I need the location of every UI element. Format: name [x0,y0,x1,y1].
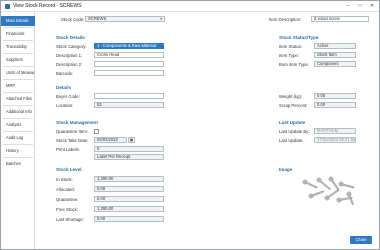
close-button[interactable]: Close [350,236,372,244]
sidebar-divider [3,27,33,28]
chevron-down-icon: ▼ [159,17,163,21]
sidebar-item-additional-info[interactable]: Additional Info [1,107,35,117]
quarantine-item-checkbox[interactable] [94,129,99,134]
in-stock-label: In Stock: [56,177,73,182]
buyer-code-label: Buyer Code: [56,94,80,99]
calendar-icon[interactable]: ▦ [128,137,135,143]
stock-level-heading: Stock Level [56,167,82,172]
maximize-icon[interactable]: □ [354,2,366,11]
item-description-field[interactable]: Z wood screw [311,16,369,22]
sidebar-item-financials[interactable]: Financials [1,29,35,39]
bom-item-type-label: Bom Item Type: [279,62,310,67]
description-1-label: Description 1: [56,53,83,58]
sidebar-item-audit-log[interactable]: Audit Log [1,133,35,143]
sidebar-item-batches[interactable]: Batches [1,159,35,169]
free-stock-field: 1,390.00 [94,206,164,212]
sidebar-item-analysis[interactable]: Analysis [1,120,35,130]
item-description-label: Item Description: [269,17,302,22]
close-icon[interactable]: ✕ [366,2,378,11]
last-update-by-field: MARTHAM [314,128,356,134]
location-label: Location: [56,103,74,108]
allocated-label: Allocated: [56,187,75,192]
last-update-heading: Last Update [279,120,306,125]
sidebar-divider [3,157,33,158]
description-1-field[interactable]: Cross Head [94,52,164,58]
label-type-select[interactable]: Label Per Receipt [94,154,164,160]
last-update-label: Last Update: [279,138,304,143]
image-heading: Image [279,167,293,172]
description-2-label: Description 2: [56,62,83,67]
scrap-percent-label: Scrap Percent: [279,103,308,108]
barcode-field[interactable] [94,70,164,76]
sidebar-divider [3,79,33,80]
title-bar: View Stock Record - SCREWS – □ ✕ [1,1,379,12]
app-icon [5,4,10,9]
bom-item-type-field: Component [314,61,356,67]
stock-take-date-field[interactable]: 02/03/2022 [94,137,127,143]
sidebar-item-suppliers[interactable]: Suppliers [1,55,35,65]
sidebar-item-attached-files[interactable]: Attached Files [1,94,35,104]
sidebar-divider [3,92,33,93]
screws-image [302,176,356,206]
sidebar-item-history[interactable]: History [1,146,35,156]
sidebar-item-mrp[interactable]: MRP [1,81,35,91]
minimize-icon[interactable]: – [342,2,354,11]
item-status-field: Active [314,43,356,49]
item-type-label: Item Type: [279,53,299,58]
weight-field[interactable]: 0.00 [314,93,356,99]
last-shortage-label: Last Shortage: [56,217,84,222]
sidebar-divider [3,105,33,106]
stock-record-window: View Stock Record - SCREWS – □ ✕ Main De… [0,0,380,250]
barcode-label: Barcode: [56,71,74,76]
last-update-by-label: Last Update By: [279,129,310,134]
description-2-field[interactable] [94,61,164,67]
print-labels-field[interactable]: 0 [94,146,164,152]
free-stock-label: Free Stock: [56,207,78,212]
stock-management-heading: Stock Management [56,120,98,125]
sidebar-divider [3,131,33,132]
stock-code-label: Stock Code: [61,17,85,22]
stock-category-label: Stock Category: [56,44,87,49]
sidebar-divider [3,53,33,54]
stock-status-type-heading: Stock Status/Type [279,35,319,40]
item-status-label: Item Status: [279,44,302,49]
sidebar-item-main-details[interactable]: Main Details [1,16,35,26]
sidebar-divider [3,40,33,41]
last-update-field: 17/02/2023 09:41:59 [314,137,356,143]
sidebar-item-units-of-measure[interactable]: Units of Measure [1,68,35,78]
buyer-code-field[interactable] [94,93,164,99]
details-heading: Details [56,85,72,90]
in-stock-field: 1,390.00 [94,176,164,182]
location-field[interactable]: B1 [94,102,164,108]
quarantine-label: Quarantine: [56,197,79,202]
scrap-percent-field[interactable]: 0.00 [314,102,356,108]
weight-label: Weight (kg): [279,94,303,99]
sidebar-divider [3,118,33,119]
window-title: View Stock Record - SCREWS [13,3,82,9]
sidebar-divider [3,144,33,145]
sidebar-item-traceability[interactable]: Traceability [1,42,35,52]
stock-take-date-label: Stock Take Date: [56,138,89,143]
sidebar: Main Details Financials Traceability Sup… [1,12,35,249]
stock-details-heading: Stock Details [56,35,85,40]
last-shortage-field: 0.00 [94,216,164,222]
stock-code-select[interactable]: SCREWS ▼ [85,16,165,22]
print-labels-label: Print Labels: [56,147,80,152]
quarantine-item-label: Quarantine Item: [56,129,89,134]
sidebar-divider [3,66,33,67]
allocated-field: 0.00 [94,186,164,192]
quarantine-field: 0.00 [94,196,164,202]
stock-category-select[interactable]: 1 - Components & Raw Material [94,43,164,49]
item-type-field: Stock Item [314,52,356,58]
stock-code-value: SCREWS [88,16,107,21]
